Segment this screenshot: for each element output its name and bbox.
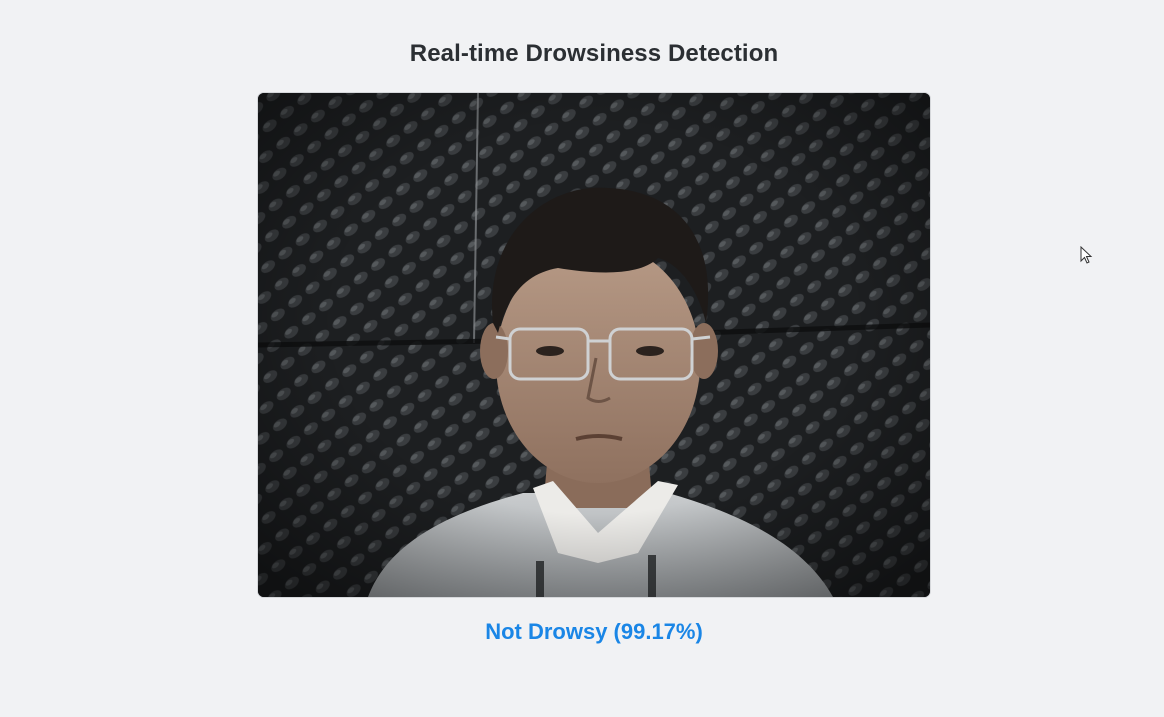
page: Real-time Drowsiness Detection Not Drows… (0, 0, 1164, 717)
webcam-frame-image (258, 93, 930, 597)
mouse-cursor-icon (1080, 246, 1093, 264)
webcam-video-feed (258, 93, 930, 597)
drowsiness-status-label: Not Drowsy (99.17%) (485, 619, 703, 644)
page-title: Real-time Drowsiness Detection (409, 40, 779, 67)
